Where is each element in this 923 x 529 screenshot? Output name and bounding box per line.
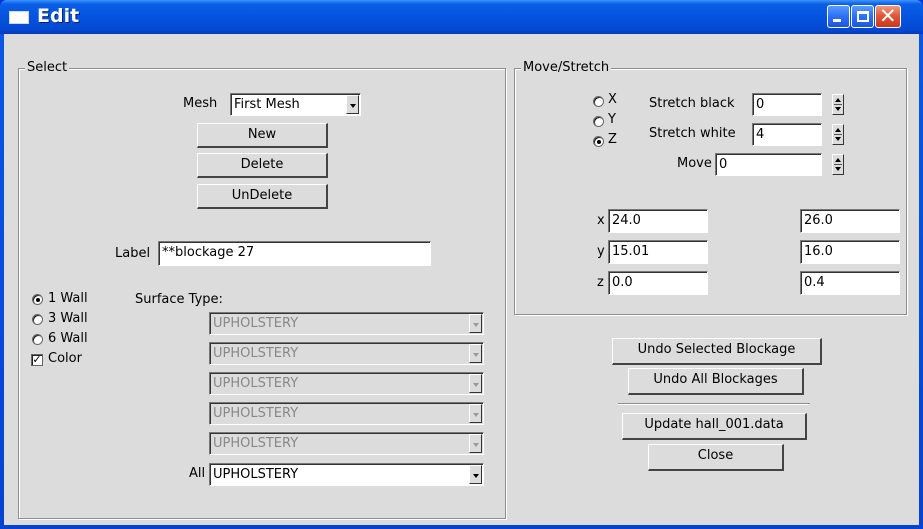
wall-1-label: 1 Wall bbox=[48, 291, 88, 306]
all-surface-select[interactable]: UPHOLSTERY bbox=[209, 463, 484, 486]
wall-6-radio[interactable] bbox=[32, 334, 43, 345]
wall-3-radio[interactable] bbox=[32, 314, 43, 325]
move-stretch-group: Move/Stretch X Y Z Stretch black 0 Stret… bbox=[514, 60, 907, 315]
axis-x-label: X bbox=[608, 92, 617, 107]
chevron-down-icon bbox=[469, 344, 482, 363]
surface-select-1-value: UPHOLSTERY bbox=[213, 316, 299, 331]
title-bar[interactable]: Edit ✕ bbox=[0, 0, 923, 34]
surface-select-3-value: UPHOLSTERY bbox=[213, 376, 299, 391]
mesh-label: Mesh bbox=[183, 96, 218, 111]
axis-y-radio[interactable] bbox=[593, 116, 604, 127]
wall-1-radio[interactable] bbox=[32, 294, 43, 305]
wall-3-label: 3 Wall bbox=[48, 311, 88, 326]
y-max-input[interactable]: 16.0 bbox=[800, 240, 900, 264]
stretch-black-label: Stretch black bbox=[649, 96, 735, 111]
move-input[interactable]: 0 bbox=[715, 153, 822, 176]
stretch-black-input[interactable]: 0 bbox=[752, 93, 822, 116]
undelete-button[interactable]: UnDelete bbox=[197, 184, 328, 209]
all-label: All bbox=[189, 466, 206, 481]
stretch-black-spinner[interactable] bbox=[832, 94, 844, 115]
coord-y-label: y bbox=[597, 244, 605, 259]
select-group-title: Select bbox=[25, 60, 70, 75]
minimize-button[interactable] bbox=[827, 5, 850, 28]
minimize-icon bbox=[833, 19, 841, 22]
move-spinner[interactable] bbox=[832, 154, 844, 175]
mesh-select[interactable]: First Mesh bbox=[230, 93, 361, 116]
new-button[interactable]: New bbox=[197, 123, 328, 148]
chevron-down-icon bbox=[469, 314, 482, 333]
all-surface-value: UPHOLSTERY bbox=[213, 467, 299, 482]
coord-x-label: x bbox=[597, 213, 605, 228]
surface-select-2[interactable]: UPHOLSTERY bbox=[209, 342, 484, 365]
surface-type-label: Surface Type: bbox=[135, 292, 223, 307]
wall-6-label: 6 Wall bbox=[48, 331, 88, 346]
surface-select-4-value: UPHOLSTERY bbox=[213, 406, 299, 421]
y-min-input[interactable]: 15.01 bbox=[608, 240, 708, 264]
z-max-input[interactable]: 0.4 bbox=[800, 271, 900, 295]
z-min-input[interactable]: 0.0 bbox=[608, 271, 708, 295]
undo-all-blockages-button[interactable]: Undo All Blockages bbox=[628, 368, 804, 395]
chevron-down-icon[interactable] bbox=[469, 465, 482, 484]
move-stretch-group-title: Move/Stretch bbox=[521, 60, 612, 75]
edit-window: Edit ✕ Select Mesh First Mesh New Delete… bbox=[0, 0, 923, 529]
stretch-white-label: Stretch white bbox=[649, 126, 736, 141]
chevron-down-icon[interactable] bbox=[346, 95, 359, 114]
action-separator bbox=[618, 403, 810, 405]
surface-select-5-value: UPHOLSTERY bbox=[213, 436, 299, 451]
axis-y-label: Y bbox=[608, 112, 616, 127]
chevron-down-icon bbox=[469, 434, 482, 453]
maximize-icon bbox=[857, 11, 869, 22]
move-label: Move bbox=[677, 156, 712, 171]
close-window-button[interactable]: ✕ bbox=[875, 4, 901, 28]
x-min-input[interactable]: 24.0 bbox=[608, 209, 708, 233]
color-checkbox[interactable]: ✓ bbox=[31, 354, 43, 366]
axis-z-radio[interactable] bbox=[593, 136, 604, 147]
maximize-button[interactable] bbox=[851, 5, 874, 28]
window-title: Edit bbox=[37, 5, 80, 27]
close-button[interactable]: Close bbox=[648, 444, 784, 471]
surface-select-4[interactable]: UPHOLSTERY bbox=[209, 402, 484, 425]
stretch-white-input[interactable]: 4 bbox=[752, 123, 822, 146]
label-label: Label bbox=[115, 246, 151, 261]
surface-select-1[interactable]: UPHOLSTERY bbox=[209, 312, 484, 335]
x-max-input[interactable]: 26.0 bbox=[800, 209, 900, 233]
window-client-area: Select Mesh First Mesh New Delete UnDele… bbox=[4, 34, 919, 525]
label-input[interactable]: **blockage 27 bbox=[158, 241, 431, 266]
surface-select-3[interactable]: UPHOLSTERY bbox=[209, 372, 484, 395]
chevron-down-icon bbox=[469, 404, 482, 423]
axis-z-label: Z bbox=[608, 132, 617, 147]
surface-select-5[interactable]: UPHOLSTERY bbox=[209, 432, 484, 455]
color-label: Color bbox=[48, 351, 82, 366]
axis-x-radio[interactable] bbox=[593, 96, 604, 107]
undo-selected-blockage-button[interactable]: Undo Selected Blockage bbox=[612, 338, 822, 365]
mesh-select-value: First Mesh bbox=[234, 97, 300, 112]
select-group: Select Mesh First Mesh New Delete UnDele… bbox=[18, 60, 506, 519]
window-icon bbox=[9, 11, 29, 24]
delete-button[interactable]: Delete bbox=[197, 153, 328, 178]
chevron-down-icon bbox=[469, 374, 482, 393]
coord-z-label: z bbox=[597, 275, 604, 290]
update-data-button[interactable]: Update hall_001.data bbox=[622, 413, 807, 440]
stretch-white-spinner[interactable] bbox=[832, 124, 844, 145]
surface-select-2-value: UPHOLSTERY bbox=[213, 346, 299, 361]
close-icon: ✕ bbox=[879, 4, 897, 28]
